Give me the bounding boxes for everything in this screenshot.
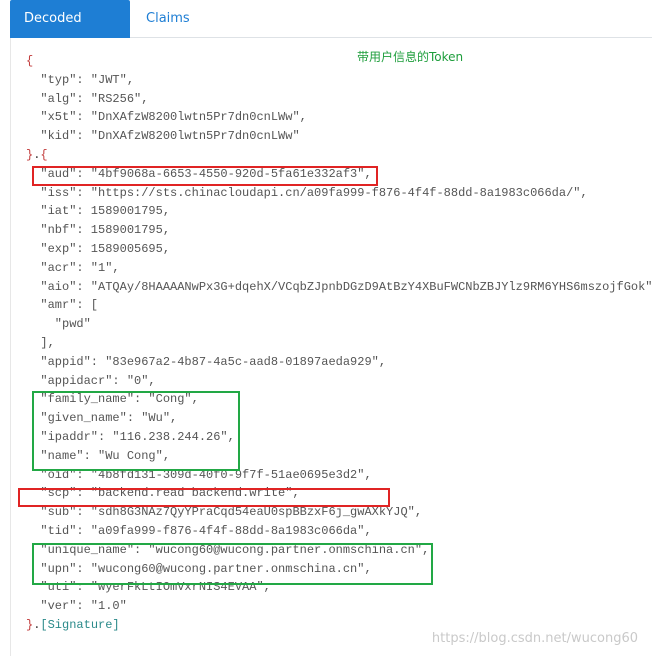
json-line: "aud": "4bf9068a-6653-4550-920d-5fa61e33… — [26, 165, 652, 184]
json-token: { — [26, 54, 34, 68]
json-line: "appidacr": "0", — [26, 372, 652, 391]
json-token: "typ": "JWT", — [26, 72, 135, 87]
json-token: "upn": "wucong60@wucong.partner.onmschin… — [26, 561, 372, 576]
json-line: "kid": "DnXAfzW8200lwtn5Pr7dn0cnLWw" — [26, 127, 652, 146]
json-token: "name": "Wu Cong", — [26, 448, 171, 463]
json-line: "given_name": "Wu", — [26, 409, 652, 428]
tab-decoded-token[interactable]: Decoded Token — [10, 0, 130, 64]
json-token: "ver": "1.0" — [26, 599, 127, 614]
tab-claims[interactable]: Claims — [132, 0, 204, 38]
json-line: "sub": "sdh8G3NAz7QyYPraCqd54eaU0spBBzxF… — [26, 503, 652, 522]
json-line: "typ": "JWT", — [26, 71, 652, 90]
json-line: "exp": 1589005695, — [26, 240, 652, 259]
json-line: "acr": "1", — [26, 259, 652, 278]
json-line: "name": "Wu Cong", — [26, 447, 652, 466]
json-line: "amr": [ — [26, 296, 652, 315]
json-line: }.{ — [26, 146, 652, 165]
decoded-token-json: { "typ": "JWT", "alg": "RS256", "x5t": "… — [26, 52, 652, 635]
json-line: "alg": "RS256", — [26, 90, 652, 109]
json-line: "iat": 1589001795, — [26, 202, 652, 221]
json-token: "iss": "https://sts.chinacloudapi.cn/a09… — [26, 185, 588, 200]
json-token: "amr": [ — [26, 298, 99, 313]
json-token: "family_name": "Cong", — [26, 392, 199, 407]
json-token: "ipaddr": "116.238.244.26", — [26, 429, 235, 444]
json-token: "exp": 1589005695, — [26, 241, 171, 256]
json-token: "scp": "backend.read backend.write", — [26, 486, 300, 501]
json-line: "x5t": "DnXAfzW8200lwtn5Pr7dn0cnLWw", — [26, 108, 652, 127]
token-tabs: Decoded Token Claims — [10, 0, 652, 64]
json-token: [Signature] — [40, 617, 120, 632]
json-token: "appidacr": "0", — [26, 373, 156, 388]
json-token: "pwd" — [26, 317, 91, 332]
json-token: "iat": 1589001795, — [26, 204, 171, 219]
json-line: { — [26, 52, 652, 71]
json-line: "family_name": "Cong", — [26, 390, 652, 409]
json-line: "uti": "wyerFkLtIOmVxrNIS4EVAA", — [26, 578, 652, 597]
json-line: "pwd" — [26, 315, 652, 334]
json-line: "tid": "a09fa999-f876-4f4f-88dd-8a1983c0… — [26, 522, 652, 541]
json-line: "upn": "wucong60@wucong.partner.onmschin… — [26, 560, 652, 579]
json-token: "unique_name": "wucong60@wucong.partner.… — [26, 542, 430, 557]
json-line: "aio": "ATQAy/8HAAAANwPx3G+dqehX/VCqbZJp… — [26, 278, 652, 297]
json-token: "kid": "DnXAfzW8200lwtn5Pr7dn0cnLWw" — [26, 129, 300, 144]
json-line: "appid": "83e967a2-4b87-4a5c-aad8-01897a… — [26, 353, 652, 372]
json-token: "x5t": "DnXAfzW8200lwtn5Pr7dn0cnLWw", — [26, 110, 307, 125]
json-token: "aud": "4bf9068a-6653-4550-920d-5fa61e33… — [26, 166, 372, 181]
json-line: "ver": "1.0" — [26, 597, 652, 616]
json-token: { — [40, 147, 48, 162]
watermark: https://blog.csdn.net/wucong60 — [431, 631, 638, 646]
json-token: "uti": "wyerFkLtIOmVxrNIS4EVAA", — [26, 580, 271, 595]
json-token: ], — [26, 335, 55, 350]
json-token: "tid": "a09fa999-f876-4f4f-88dd-8a1983c0… — [26, 523, 372, 538]
json-token: "sub": "sdh8G3NAz7QyYPraCqd54eaU0spBBzxF… — [26, 505, 423, 520]
json-token: "appid": "83e967a2-4b87-4a5c-aad8-01897a… — [26, 354, 387, 369]
json-token: "acr": "1", — [26, 260, 120, 275]
json-line: "iss": "https://sts.chinacloudapi.cn/a09… — [26, 184, 652, 203]
json-line: ], — [26, 334, 652, 353]
json-token: "given_name": "Wu", — [26, 411, 178, 426]
json-line: "ipaddr": "116.238.244.26", — [26, 428, 652, 447]
json-token: "aio": "ATQAy/8HAAAANwPx3G+dqehX/VCqbZJp… — [26, 279, 652, 294]
json-line: "oid": "4b8fd131-309d-40f0-9f7f-51ae0695… — [26, 466, 652, 485]
json-line: "scp": "backend.read backend.write", — [26, 484, 652, 503]
json-token: "alg": "RS256", — [26, 91, 149, 106]
json-token: "oid": "4b8fd131-309d-40f0-9f7f-51ae0695… — [26, 467, 372, 482]
json-line: "nbf": 1589001795, — [26, 221, 652, 240]
json-line: "unique_name": "wucong60@wucong.partner.… — [26, 541, 652, 560]
json-token: "nbf": 1589001795, — [26, 223, 171, 238]
